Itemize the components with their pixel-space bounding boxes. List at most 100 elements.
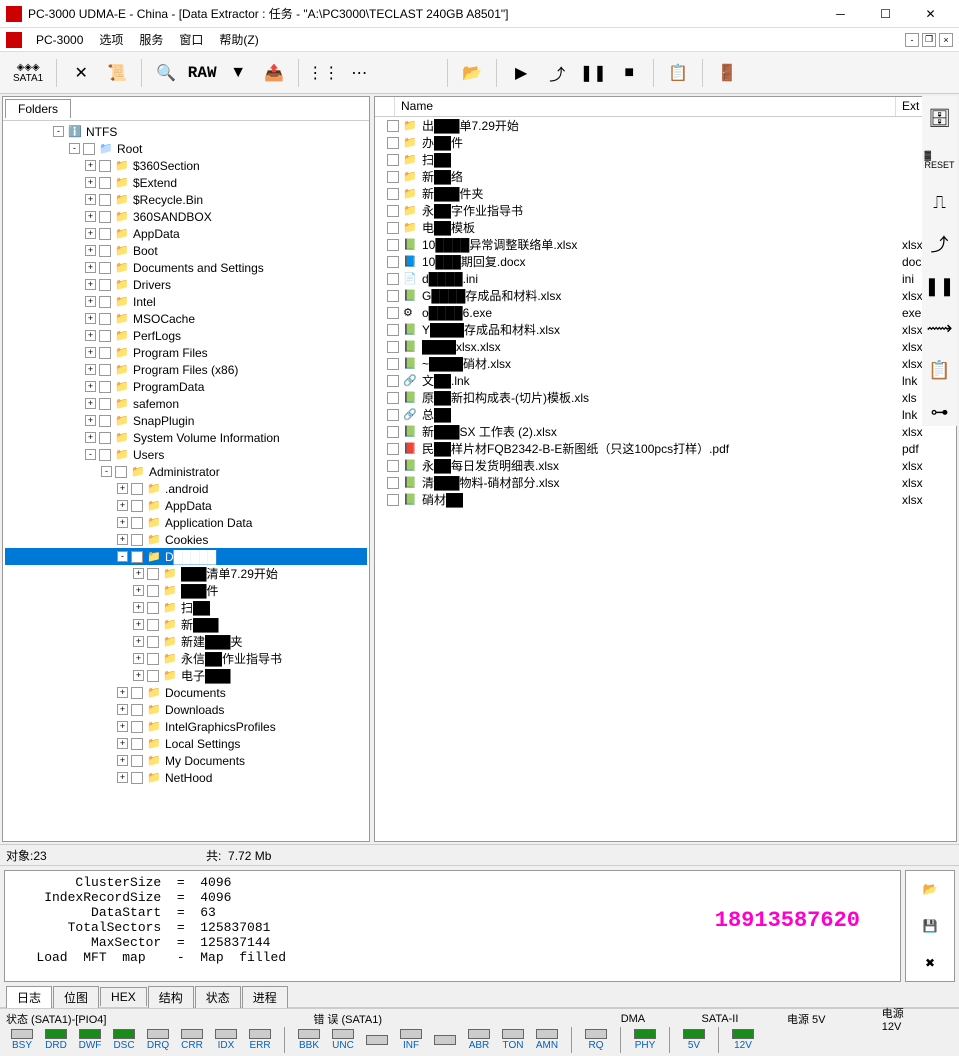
reset-icon[interactable]: ▓RESET: [926, 146, 954, 174]
script-button[interactable]: 📜: [101, 57, 133, 89]
tree-checkbox[interactable]: [99, 432, 111, 444]
disk-icon[interactable]: 🗄: [926, 104, 954, 132]
bottom-tab[interactable]: 进程: [242, 986, 288, 1008]
tree-item[interactable]: +新███: [5, 616, 367, 633]
export-button[interactable]: 📤: [258, 57, 290, 89]
expander-icon[interactable]: +: [85, 211, 96, 222]
mdi-close-button[interactable]: ×: [939, 33, 953, 47]
tree-checkbox[interactable]: [99, 228, 111, 240]
menu-app[interactable]: PC-3000: [28, 31, 91, 49]
tree-item[interactable]: +Cookies: [5, 531, 367, 548]
expander-icon[interactable]: +: [133, 568, 144, 579]
expander-icon[interactable]: +: [117, 755, 128, 766]
expander-icon[interactable]: +: [117, 500, 128, 511]
list-item[interactable]: 📗原██新扣构成表-(切片)模板.xlsxls: [375, 389, 956, 406]
tree-checkbox[interactable]: [99, 347, 111, 359]
list-checkbox[interactable]: [387, 273, 399, 285]
tree-checkbox[interactable]: [147, 585, 159, 597]
expander-icon[interactable]: -: [53, 126, 64, 137]
play-button[interactable]: ▶: [505, 57, 537, 89]
list-item[interactable]: 📗████xlsx.xlsxxlsx: [375, 338, 956, 355]
expander-icon[interactable]: +: [85, 177, 96, 188]
tools-button[interactable]: ✕: [65, 57, 97, 89]
list-item[interactable]: 📗G████存成品和材料.xlsxxlsx: [375, 287, 956, 304]
tree-item[interactable]: +Boot: [5, 242, 367, 259]
tree-item[interactable]: +Drivers: [5, 276, 367, 293]
list-checkbox[interactable]: [387, 120, 399, 132]
tree-item[interactable]: +ProgramData: [5, 378, 367, 395]
pause-button[interactable]: ❚❚: [577, 57, 609, 89]
tree-item[interactable]: +███件: [5, 582, 367, 599]
expander-icon[interactable]: +: [133, 602, 144, 613]
filter-button[interactable]: ▼: [222, 57, 254, 89]
tree-item[interactable]: +Downloads: [5, 701, 367, 718]
expander-icon[interactable]: +: [117, 772, 128, 783]
minimize-button[interactable]: ─: [818, 0, 863, 28]
tree-checkbox[interactable]: [115, 466, 127, 478]
expander-icon[interactable]: +: [85, 381, 96, 392]
expander-icon[interactable]: +: [85, 194, 96, 205]
log-text[interactable]: ClusterSize = 4096 IndexRecordSize = 409…: [4, 870, 901, 982]
tree-item[interactable]: +Documents: [5, 684, 367, 701]
list-checkbox[interactable]: [387, 324, 399, 336]
menu-options[interactable]: 选项: [91, 29, 131, 50]
menu-help[interactable]: 帮助(Z): [211, 29, 266, 50]
list-checkbox[interactable]: [387, 256, 399, 268]
map1-button[interactable]: ⋮⋮: [307, 57, 339, 89]
list-item[interactable]: 🔗总██lnk: [375, 406, 956, 423]
tree-checkbox[interactable]: [147, 670, 159, 682]
tree-item[interactable]: +.android: [5, 480, 367, 497]
tree-item[interactable]: +Program Files (x86): [5, 361, 367, 378]
list-checkbox[interactable]: [387, 460, 399, 472]
tree-checkbox[interactable]: [99, 296, 111, 308]
log-clear-button[interactable]: ✖: [918, 951, 942, 975]
list-item[interactable]: 📁永██字作业指导书: [375, 202, 956, 219]
list-checkbox[interactable]: [387, 494, 399, 506]
list-item[interactable]: 🔗文██.lnklnk: [375, 372, 956, 389]
list-item[interactable]: 📁出███单7.29开始: [375, 117, 956, 134]
tree-checkbox[interactable]: [147, 619, 159, 631]
list-checkbox[interactable]: [387, 358, 399, 370]
list-checkbox[interactable]: [387, 154, 399, 166]
list-checkbox[interactable]: [387, 409, 399, 421]
tree-item[interactable]: +$Extend: [5, 174, 367, 191]
tree-item[interactable]: +Application Data: [5, 514, 367, 531]
folder-tree[interactable]: -NTFS-Root+$360Section+$Extend+$Recycle.…: [3, 121, 369, 841]
tree-checkbox[interactable]: [131, 551, 143, 563]
signal-icon[interactable]: ⎍: [926, 188, 954, 216]
expander-icon[interactable]: +: [133, 670, 144, 681]
tree-item[interactable]: +IntelGraphicsProfiles: [5, 718, 367, 735]
tree-item[interactable]: +Intel: [5, 293, 367, 310]
head-icon[interactable]: ⟿: [926, 314, 954, 342]
copy-button[interactable]: 📋: [662, 57, 694, 89]
bottom-tab[interactable]: 位图: [53, 986, 99, 1008]
stop-button[interactable]: ■: [613, 57, 645, 89]
list-checkbox[interactable]: [387, 137, 399, 149]
tree-checkbox[interactable]: [131, 517, 143, 529]
tree-item[interactable]: +AppData: [5, 497, 367, 514]
tree-item[interactable]: +AppData: [5, 225, 367, 242]
expander-icon[interactable]: +: [133, 585, 144, 596]
connector-icon[interactable]: ⊶: [926, 398, 954, 426]
tree-item[interactable]: +扫██: [5, 599, 367, 616]
folders-tab[interactable]: Folders: [5, 99, 71, 118]
list-item[interactable]: 📄d████.iniini: [375, 270, 956, 287]
tree-checkbox[interactable]: [131, 772, 143, 784]
list-item[interactable]: 📁新███件夹: [375, 185, 956, 202]
expander-icon[interactable]: +: [85, 279, 96, 290]
tree-item[interactable]: +$360Section: [5, 157, 367, 174]
list-item[interactable]: 📗新███SX 工作表 (2).xlsxxlsx: [375, 423, 956, 440]
expander-icon[interactable]: +: [133, 636, 144, 647]
expander-icon[interactable]: -: [85, 449, 96, 460]
tree-item[interactable]: +MSOCache: [5, 310, 367, 327]
exit-button[interactable]: 🚪: [711, 57, 743, 89]
tree-item[interactable]: +System Volume Information: [5, 429, 367, 446]
tree-item[interactable]: +360SANDBOX: [5, 208, 367, 225]
tree-item[interactable]: -Administrator: [5, 463, 367, 480]
list-item[interactable]: 📗Y████存成品和材料.xlsxxlsx: [375, 321, 956, 338]
tree-item[interactable]: -NTFS: [5, 123, 367, 140]
expander-icon[interactable]: +: [85, 262, 96, 273]
expander-icon[interactable]: +: [85, 415, 96, 426]
log-save-button[interactable]: 💾: [918, 914, 942, 938]
menu-services[interactable]: 服务: [131, 29, 171, 50]
